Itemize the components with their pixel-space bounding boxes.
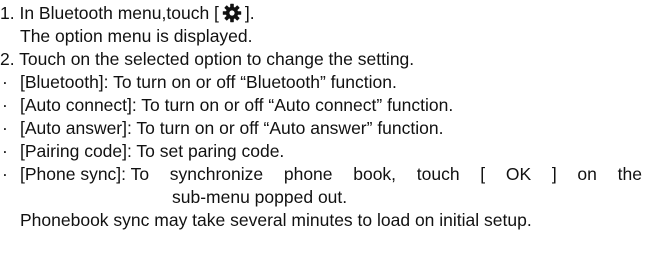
phone-sync-word: book, [353,164,397,184]
phone-sync-word: on [577,164,597,184]
step-1-line: 1. In Bluetooth menu,touch [ ]. [0,2,651,25]
bullet-dot: · [2,141,8,161]
option-text: [Auto answer]: To turn on or off “Auto a… [20,118,444,138]
option-auto-answer: · [Auto answer]: To turn on or off “Auto… [0,117,651,140]
step-2-line: 2. Touch on the selected option to chang… [0,49,415,69]
phone-sync-word: touch [416,164,460,184]
option-text: [Auto connect]: To turn on or off “Auto … [20,95,454,115]
bullet-dot: · [2,72,8,92]
step-1-text: 1. In Bluetooth menu,touch [ [0,3,219,23]
option-text: [Pairing code]: To set paring code. [20,141,285,161]
bullet-dot: · [2,118,8,138]
phone-sync-word: synchronize [169,164,264,184]
phone-sync-justified-line: [Phone sync]: To synchronize phone book,… [20,163,642,186]
phone-sync-word: [ [480,164,486,184]
option-phone-sync: · [Phone sync]: To synchronize phone boo… [0,163,651,186]
option-pairing-code: · [Pairing code]: To set paring code. [0,140,651,163]
option-text: [Bluetooth]: To turn on or off “Bluetoot… [20,72,397,92]
phone-sync-note: Phonebook sync may take several minutes … [20,210,532,230]
phone-sync-word: [Phone sync]: To [20,164,150,184]
phone-sync-word: ] [551,164,557,184]
option-bluetooth: · [Bluetooth]: To turn on or off “Blueto… [0,71,651,94]
phone-sync-word: the [617,164,642,184]
phone-sync-word: OK [505,164,532,184]
phone-sync-word: phone [283,164,333,184]
step-1-suffix: ]. [244,3,255,23]
instruction-document: 1. In Bluetooth menu,touch [ ]. The opti… [0,2,651,232]
bullet-dot: · [2,164,8,184]
phone-sync-continuation: sub-menu popped out. [172,187,348,207]
bullet-dot: · [2,95,8,115]
step-1-note: The option menu is displayed. [20,26,253,46]
settings-gear-icon [222,3,242,23]
option-auto-connect: · [Auto connect]: To turn on or off “Aut… [0,94,651,117]
